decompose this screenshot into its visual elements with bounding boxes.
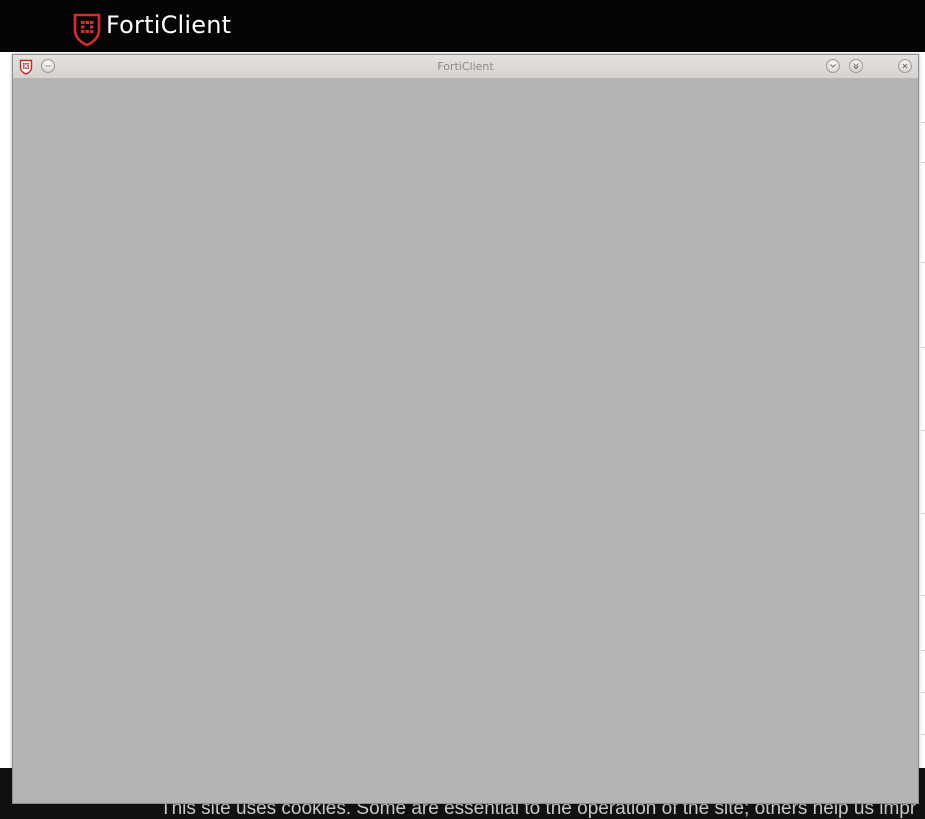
screen: FortiClient This site uses cookies. Some… bbox=[0, 0, 925, 819]
divider bbox=[921, 734, 925, 735]
divider bbox=[921, 122, 925, 123]
maximize-button[interactable] bbox=[849, 59, 863, 73]
shade-button[interactable] bbox=[826, 59, 840, 73]
divider bbox=[921, 162, 925, 163]
site-header: FortiClient bbox=[0, 0, 925, 52]
site-brand-name[interactable]: FortiClient bbox=[106, 11, 231, 39]
divider bbox=[921, 262, 925, 263]
double-chevron-down-icon bbox=[853, 63, 859, 70]
window-title: FortiClient bbox=[437, 60, 494, 73]
divider bbox=[921, 430, 925, 431]
divider bbox=[921, 347, 925, 348]
forticlient-window: FortiClient bbox=[12, 54, 919, 804]
divider bbox=[921, 692, 925, 693]
close-icon bbox=[902, 63, 908, 69]
divider bbox=[921, 513, 925, 514]
divider bbox=[921, 650, 925, 651]
forticlient-logo-icon[interactable] bbox=[72, 12, 102, 46]
window-titlebar[interactable]: FortiClient bbox=[13, 55, 918, 79]
divider bbox=[921, 595, 925, 596]
close-button[interactable] bbox=[898, 59, 912, 73]
chevron-down-icon bbox=[830, 64, 836, 68]
window-content-area bbox=[13, 79, 918, 803]
